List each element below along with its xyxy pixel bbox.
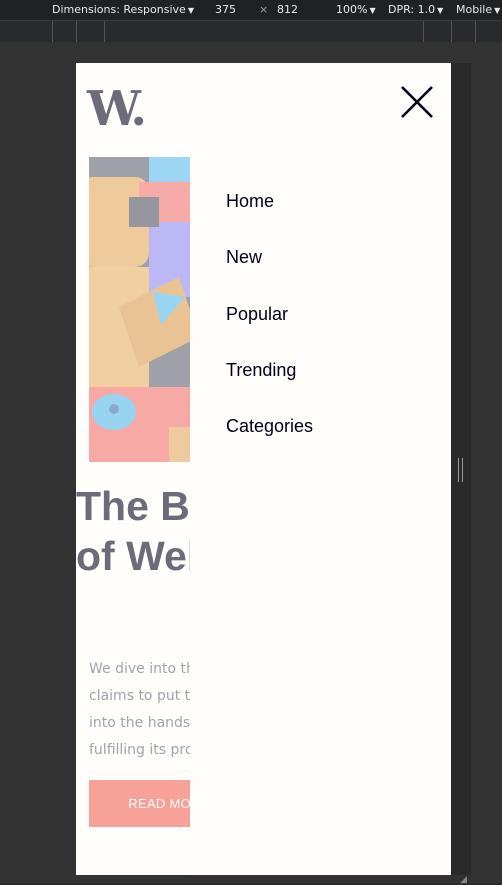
width-input[interactable]: 375 <box>215 3 236 16</box>
nav-item-home[interactable]: Home <box>226 189 313 245</box>
ruler-tick <box>423 21 424 43</box>
caret-down-icon: ▼ <box>369 6 376 15</box>
zoom-dropdown[interactable]: 100% ▼ <box>336 3 376 16</box>
close-icon <box>401 86 433 118</box>
dimensions-dropdown[interactable]: Dimensions: Responsive ▼ <box>52 3 194 16</box>
ruler-tick <box>52 21 53 43</box>
nav-item-popular[interactable]: Popular <box>226 302 313 358</box>
devtools-device-toolbar: Dimensions: Responsive ▼ 375 × 812 100% ▼ … <box>0 0 502 20</box>
page: W. The Bright Future of Web 3.0? We dive… <box>76 63 451 875</box>
nav-item-label: Trending <box>226 359 297 380</box>
caret-down-icon: ▼ <box>437 6 444 15</box>
drawer-nav-list: Home New Popular Trending Categories <box>226 189 313 470</box>
dpr-label: DPR: 1.0 <box>388 3 436 16</box>
resize-corner-icon[interactable]: ◢ <box>460 874 467 885</box>
ruler-tick <box>104 21 105 43</box>
nav-item-trending[interactable]: Trending <box>226 358 313 414</box>
nav-item-label: New <box>226 247 263 268</box>
close-menu-button[interactable] <box>400 85 434 119</box>
dpr-dropdown[interactable]: DPR: 1.0 ▼ <box>388 3 443 16</box>
media-query-ruler[interactable] <box>0 20 502 43</box>
times-icon: × <box>259 3 269 16</box>
ruler-tick <box>475 21 476 43</box>
height-input[interactable]: 812 <box>277 3 298 16</box>
caret-down-icon: ▼ <box>494 6 501 15</box>
resize-grip-icon[interactable] <box>458 458 463 482</box>
nav-item-label: Categories <box>226 416 314 437</box>
device-dropdown[interactable]: Mobile ▼ <box>456 3 500 16</box>
nav-item-new[interactable]: New <box>226 245 313 301</box>
device-label: Mobile <box>456 3 493 16</box>
ruler-tick <box>76 21 77 43</box>
nav-item-categories[interactable]: Categories <box>226 414 313 470</box>
nav-item-label: Popular <box>226 303 289 324</box>
nav-item-label: Home <box>226 191 275 211</box>
emulated-viewport: W. The Bright Future of Web 3.0? We dive… <box>76 63 451 875</box>
zoom-label: 100% <box>336 3 368 16</box>
dimensions-label: Dimensions: Responsive <box>52 3 186 16</box>
ruler-tick <box>451 21 452 43</box>
caret-down-icon: ▼ <box>187 6 194 15</box>
